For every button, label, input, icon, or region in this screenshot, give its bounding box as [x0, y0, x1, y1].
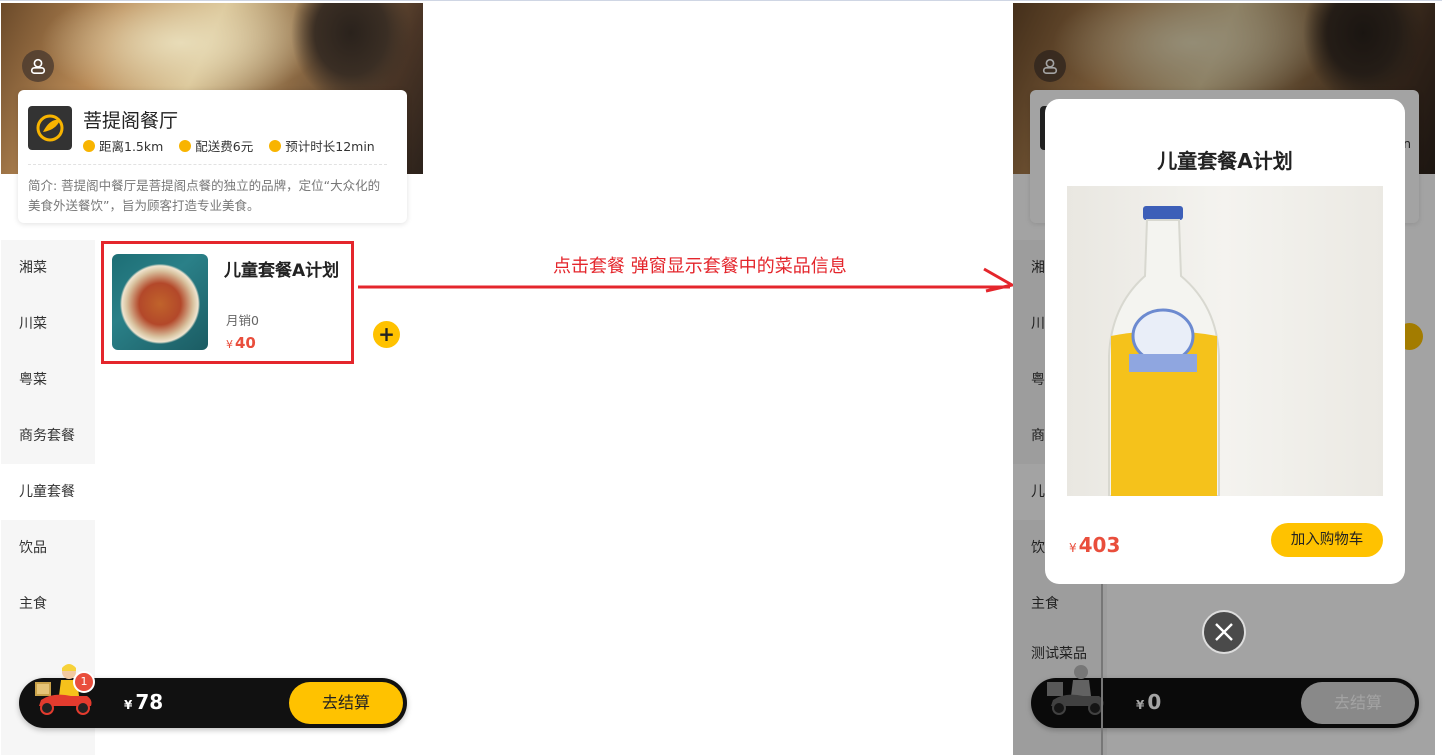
shop-intro: 简介: 菩提阁中餐厅是菩提阁点餐的独立的品牌，定位“大众化的美食外送餐饮”，旨为…: [28, 178, 381, 213]
checkout-button[interactable]: 去结算: [289, 682, 403, 724]
user-profile-button[interactable]: [22, 50, 54, 82]
category-item-hunan[interactable]: 湘菜: [1, 240, 95, 296]
divider: [28, 164, 387, 165]
eta-text: 预计时长12min: [285, 139, 375, 154]
close-modal-button[interactable]: [1202, 610, 1246, 654]
currency-symbol: ¥: [124, 698, 133, 712]
clock-icon: [83, 139, 95, 152]
dish-detail-modal: 儿童套餐A计划 ¥403 加入购物车: [1045, 99, 1405, 584]
modal-price: ¥403: [1069, 533, 1120, 557]
shop-name: 菩提阁餐厅: [83, 110, 179, 132]
user-icon: [30, 58, 46, 75]
dish-detail-image: [1067, 186, 1383, 496]
soda-bottle-image: [1108, 206, 1220, 496]
cart-total: ¥78: [124, 690, 163, 714]
highlight-box: [101, 241, 354, 364]
category-item-drinks[interactable]: 饮品: [1, 520, 95, 576]
navigation-icon: [269, 139, 282, 152]
category-item-staple[interactable]: 主食: [1, 576, 95, 632]
annotation-arrow: [358, 267, 1017, 293]
phone-screen-menu: 菩提阁餐厅 距离1.5km 配送费6元 预计时长12min 简介: 菩提阁中餐厅…: [1, 3, 423, 755]
category-item-sichuan[interactable]: 川菜: [1, 296, 95, 352]
screenshot-canvas: 菩提阁餐厅 距离1.5km 配送费6元 预计时长12min 简介: 菩提阁中餐厅…: [0, 0, 1442, 756]
add-dish-button[interactable]: +: [373, 321, 400, 348]
currency-symbol: ¥: [1069, 541, 1077, 555]
delivery-fee-info: 配送费6元: [179, 136, 253, 155]
shop-meta: 距离1.5km 配送费6元 预计时长12min: [83, 136, 375, 155]
category-item-cantonese[interactable]: 粤菜: [1, 352, 95, 408]
modal-title: 儿童套餐A计划: [1157, 149, 1293, 173]
delivery-fee-text: 配送费6元: [195, 139, 254, 154]
cart-count-badge: 1: [73, 671, 95, 693]
category-item-business-set[interactable]: 商务套餐: [1, 408, 95, 464]
distance-text: 距离1.5km: [99, 139, 164, 154]
money-bag-icon: [179, 139, 192, 152]
phone-screen-modal: n 湘 川 粤 商 儿 饮 主食 测试菜品 ¥0 去结算 儿童套餐A计划 ¥ 4…: [1013, 3, 1435, 755]
add-to-cart-button[interactable]: 加入购物车: [1271, 523, 1383, 557]
shop-info-card: 菩提阁餐厅 距离1.5km 配送费6元 预计时长12min 简介: 菩提阁中餐厅…: [18, 90, 407, 223]
eta-info: 预计时长12min: [269, 136, 375, 155]
leaf-logo-icon: [36, 114, 64, 142]
cart-total-value: 78: [135, 690, 164, 714]
modal-price-value: 403: [1078, 533, 1121, 557]
category-item-kids-set[interactable]: 儿童套餐: [1, 464, 95, 520]
distance-info: 距离1.5km: [83, 136, 163, 155]
shop-logo: [28, 106, 72, 150]
close-icon: [1215, 623, 1233, 641]
divider: [1101, 583, 1103, 755]
